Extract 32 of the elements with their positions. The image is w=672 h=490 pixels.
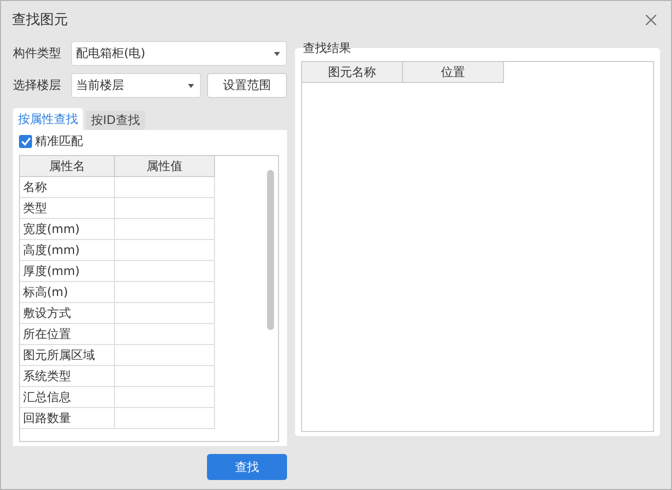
column-header[interactable]: 属性值: [115, 156, 215, 177]
range-button[interactable]: 设置范围: [207, 73, 287, 98]
dropdown[interactable]: 配电箱柜(电): [71, 41, 287, 66]
table-cell: 厚度(mm): [20, 261, 115, 282]
tab[interactable]: 按属性查找: [13, 108, 83, 130]
table-cell: 图元所属区域: [20, 345, 115, 366]
caret-icon: [188, 84, 194, 88]
column-header[interactable]: 属性名: [20, 156, 115, 177]
close-icon[interactable]: [645, 14, 657, 26]
table-cell: 汇总信息: [20, 387, 115, 408]
group-title: 查找结果: [303, 41, 352, 55]
dropdown[interactable]: 当前楼层: [71, 73, 201, 98]
field-label: 选择楼层: [13, 77, 62, 94]
scrollbar-thumb[interactable]: [267, 170, 274, 330]
checkbox-label: 精准匹配: [35, 132, 83, 150]
table-cell: 名称: [20, 177, 115, 198]
tab[interactable]: 按ID查找: [86, 111, 145, 130]
column-header[interactable]: 位置: [403, 62, 504, 83]
window-title: 查找图元: [12, 11, 68, 29]
table-cell: 标高(m): [20, 282, 115, 303]
table-cell: 类型: [20, 198, 115, 219]
table-cell: 系统类型: [20, 366, 115, 387]
table-cell: 宽度(mm): [20, 219, 115, 240]
caret-icon: [274, 52, 280, 56]
table-cell: 所在位置: [20, 324, 115, 345]
column-header[interactable]: 图元名称: [302, 62, 403, 83]
table-cell: 敷设方式: [20, 303, 115, 324]
table-cell: 高度(mm): [20, 240, 115, 261]
checkbox[interactable]: [19, 134, 32, 148]
field-label: 构件类型: [13, 45, 62, 62]
table-cell: 回路数量: [20, 408, 115, 429]
search-button[interactable]: 查找: [207, 454, 287, 480]
